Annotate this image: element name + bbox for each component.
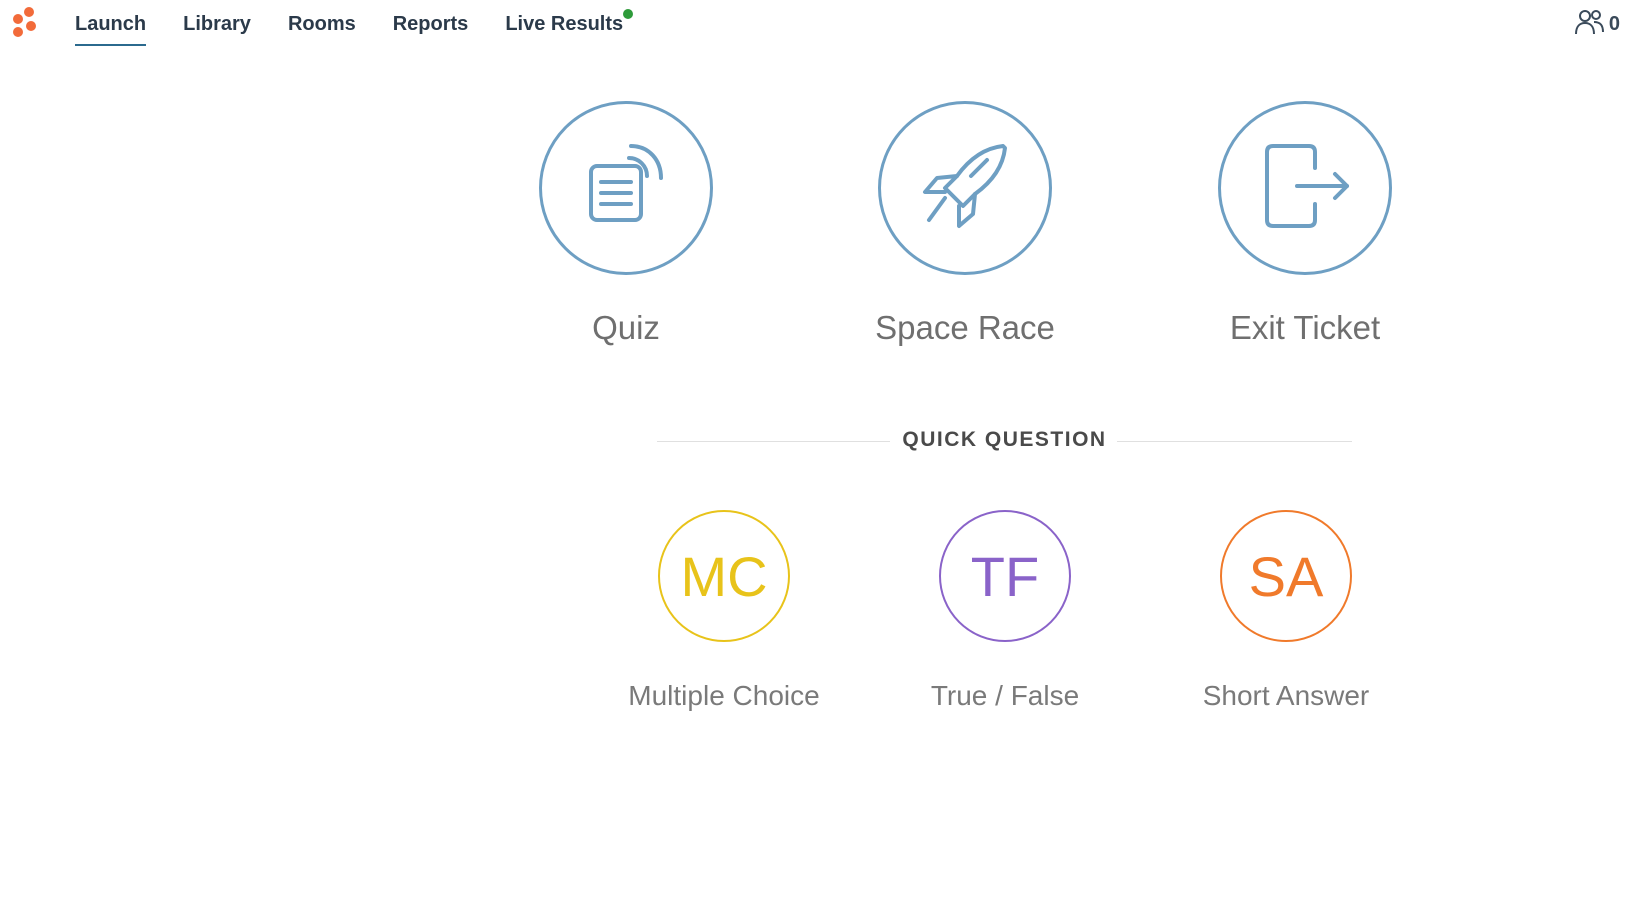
space-race-circle	[878, 101, 1052, 275]
quiz-circle	[539, 101, 713, 275]
mc-circle: MC	[658, 510, 790, 642]
nav-item-library[interactable]: Library	[183, 0, 251, 47]
nav-item-label: Library	[183, 13, 251, 35]
exit-ticket-activity-button[interactable]: Exit Ticket	[1185, 101, 1425, 347]
quick-question-header: QUICK QUESTION	[657, 425, 1352, 457]
exit-ticket-label: Exit Ticket	[1229, 309, 1381, 346]
rocket-icon	[915, 136, 1015, 241]
sa-circle: SA	[1220, 510, 1352, 642]
exit-ticket-circle	[1218, 101, 1392, 275]
multiple-choice-label: Multiple Choice	[628, 680, 820, 711]
nav-item-label: Rooms	[287, 13, 356, 35]
quick-question-title: QUICK QUESTION	[902, 428, 1107, 451]
multiple-choice-button[interactable]: MC Multiple Choice	[604, 510, 844, 712]
space-race-label: Space Race	[875, 309, 1055, 346]
space-race-activity-button[interactable]: Space Race	[845, 101, 1085, 347]
nav-item-label: Reports	[392, 13, 469, 35]
users-icon	[1574, 8, 1605, 41]
true-false-button[interactable]: TF True / False	[885, 510, 1125, 712]
tf-circle: TF	[939, 510, 1071, 642]
socrative-logo-icon[interactable]	[10, 6, 38, 38]
exit-ticket-icon	[1255, 136, 1355, 241]
short-answer-label: Short Answer	[1202, 680, 1370, 711]
nav-item-rooms[interactable]: Rooms	[288, 0, 356, 47]
nav-item-launch[interactable]: Launch	[75, 0, 147, 47]
short-answer-button[interactable]: SA Short Answer	[1166, 510, 1406, 712]
nav-item-reports[interactable]: Reports	[393, 0, 469, 47]
nav-item-label: Launch	[75, 13, 147, 35]
student-count: 0	[1608, 13, 1620, 35]
main-nav: Launch Library Rooms Reports Live Result…	[75, 0, 660, 50]
student-count-button[interactable]: 0	[1574, 8, 1620, 41]
top-navigation-bar: Launch Library Rooms Reports Live Result…	[0, 0, 1628, 50]
quiz-activity-button[interactable]: Quiz	[506, 101, 746, 347]
true-false-label: True / False	[930, 680, 1080, 711]
quiz-icon	[581, 136, 671, 241]
live-indicator-dot	[623, 9, 634, 19]
nav-item-live-results[interactable]: Live Results	[505, 0, 634, 47]
quiz-label: Quiz	[592, 309, 660, 346]
nav-item-label: Live Results	[505, 13, 624, 35]
